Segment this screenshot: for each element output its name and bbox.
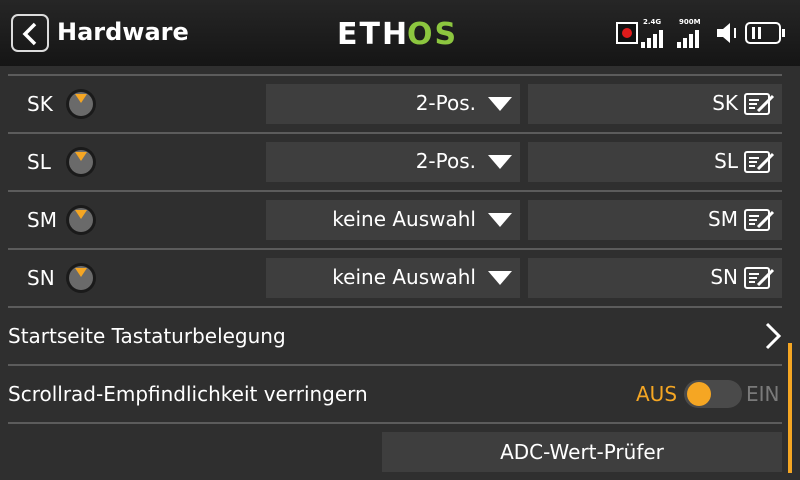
battery-icon (745, 22, 785, 44)
switch-type-dropdown[interactable]: keine Auswahl (266, 200, 520, 240)
edit-icon (744, 209, 775, 231)
divider (8, 422, 782, 424)
switch-name-value: SK (712, 91, 738, 115)
divider (8, 132, 782, 134)
scrollbar[interactable] (788, 343, 792, 473)
logo-eth-text: ETH (337, 17, 409, 52)
triangle-down-icon (488, 155, 512, 169)
dropdown-value: 2-Pos. (415, 91, 476, 115)
triangle-down-icon (488, 213, 512, 227)
switch-name: SM (27, 208, 57, 232)
chevron-right-icon (765, 322, 782, 350)
header-bar: Hardware ETH OS 2.4G 900M (0, 0, 800, 66)
logo-os-text: OS (407, 17, 458, 52)
ethos-logo: ETH OS (337, 17, 458, 52)
speaker-icon (717, 23, 736, 43)
signal-bars-icon (677, 28, 703, 48)
rf-900m-label: 900M (679, 18, 701, 26)
switch-name-field[interactable]: SK (528, 84, 782, 124)
divider (8, 190, 782, 192)
toggle-off-label: AUS (636, 382, 678, 406)
rf-2g4-label: 2.4G (643, 18, 662, 26)
divider (8, 306, 782, 308)
switch-name-field[interactable]: SL (528, 142, 782, 182)
back-button[interactable] (11, 14, 49, 52)
adc-checker-button[interactable]: ADC-Wert-Prüfer (382, 432, 782, 472)
switch-knob-icon (66, 147, 96, 177)
divider (8, 248, 782, 250)
switch-name-field[interactable]: SN (528, 258, 782, 298)
dropdown-value: 2-Pos. (415, 149, 476, 173)
switch-knob-icon (66, 205, 96, 235)
record-icon (616, 22, 638, 44)
switch-name: SL (27, 150, 51, 174)
divider (8, 74, 782, 76)
signal-bars-icon (641, 28, 667, 48)
switch-knob-icon (66, 263, 96, 293)
toggle-on-label: EIN (746, 382, 780, 406)
edit-icon (744, 93, 775, 115)
dropdown-value: keine Auswahl (332, 265, 476, 289)
switch-name: SN (27, 266, 55, 290)
scroll-sensitivity-toggle[interactable] (684, 380, 742, 408)
switch-name-value: SM (708, 207, 738, 231)
divider (8, 364, 782, 366)
switch-type-dropdown[interactable]: 2-Pos. (266, 142, 520, 182)
switch-name-value: SN (710, 265, 738, 289)
edit-icon (744, 151, 775, 173)
switch-name-value: SL (714, 149, 738, 173)
switch-name: SK (27, 92, 53, 116)
switch-type-dropdown[interactable]: 2-Pos. (266, 84, 520, 124)
triangle-down-icon (488, 97, 512, 111)
switch-knob-icon (66, 89, 96, 119)
home-keys-label: Startseite Tastaturbelegung (8, 324, 286, 348)
switch-type-dropdown[interactable]: keine Auswahl (266, 258, 520, 298)
toggle-thumb (687, 382, 711, 406)
triangle-down-icon (488, 271, 512, 285)
scroll-sensitivity-label: Scrollrad-Empfindlichkeit verringern (8, 382, 368, 406)
dropdown-value: keine Auswahl (332, 207, 476, 231)
chevron-left-icon (22, 22, 37, 46)
edit-icon (744, 267, 775, 289)
switch-name-field[interactable]: SM (528, 200, 782, 240)
page-title: Hardware (57, 18, 189, 46)
